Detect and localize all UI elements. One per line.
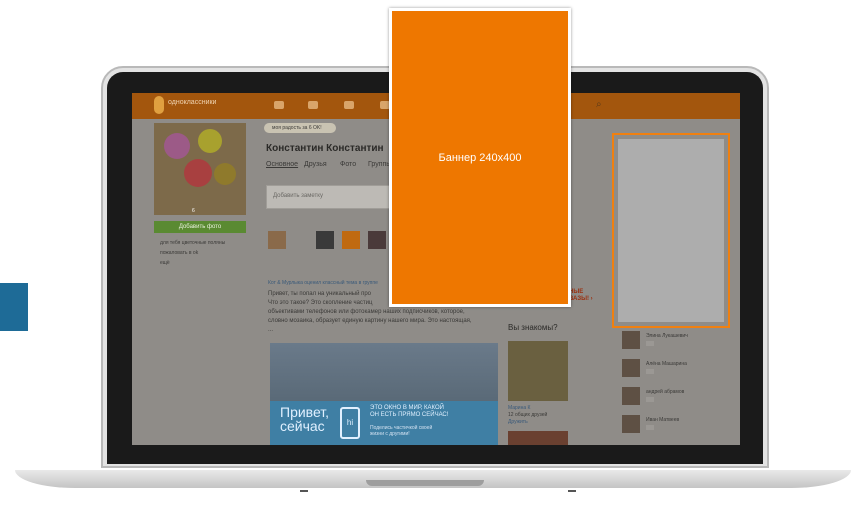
friend-action-button[interactable] [646, 369, 654, 374]
tab-groups[interactable]: Группы [368, 161, 391, 168]
promo-app-icon: hi [340, 407, 360, 439]
friend-action-button[interactable] [646, 341, 654, 346]
discussions-icon[interactable] [308, 101, 318, 109]
notice-text: моя радость за 6 OK! [272, 125, 322, 131]
photo-count: 6 [192, 208, 195, 214]
suggest-name[interactable]: Марина К [508, 405, 530, 411]
side-banner-placeholder [618, 139, 724, 322]
promo-image[interactable]: Привет, сейчас hi ЭТО ОКНО В МИР, КАКОЙ … [270, 343, 498, 445]
notice-pill[interactable]: моя радость за 6 OK! [264, 123, 336, 133]
feed-line-2: Что это такое? Это скопление частиц [268, 300, 373, 306]
friend-thumb[interactable] [316, 231, 334, 249]
profile-link-3[interactable]: ещё [160, 260, 170, 266]
friend-thumb[interactable] [368, 231, 386, 249]
suggest-mutual: 12 общих друзей [508, 412, 548, 418]
friend-name[interactable]: Иван Матвеев [646, 417, 679, 423]
friend-name[interactable]: андрей абрамов [646, 389, 684, 395]
promo-text-1: ЭТО ОКНО В МИР, КАКОЙ ОН ЕСТЬ ПРЯМО СЕЙЧ… [370, 405, 449, 418]
feed-line-1: Привет, ты попал на уникальный про [268, 291, 372, 297]
tab-friends[interactable]: Друзья [304, 161, 327, 168]
feed-line-5: ... [268, 327, 274, 333]
feed-header[interactable]: Кот & Мурлыка оценил классный тема в гру… [268, 280, 378, 286]
friend-name[interactable]: Алёна Машарина [646, 361, 687, 367]
tab-photos[interactable]: Фото [340, 161, 356, 168]
profile-name: Константин Константин [266, 143, 384, 154]
friend-action-button[interactable] [646, 397, 654, 402]
side-banner-slot[interactable] [612, 133, 730, 328]
notifications-icon[interactable] [344, 101, 354, 109]
ok-logo-icon[interactable] [154, 96, 164, 114]
friend-thumb[interactable] [268, 231, 286, 249]
tab-main[interactable]: Основное [266, 161, 298, 168]
banner-label: Баннер 240x400 [438, 151, 522, 164]
promo-text-2: Поделись частичкой своей жизни с другими… [370, 425, 433, 437]
suggest-title: Вы знакомы? [508, 323, 558, 332]
friend-avatar[interactable] [622, 331, 640, 349]
friend-avatar[interactable] [622, 415, 640, 433]
suggest-photo-2[interactable] [508, 431, 568, 445]
post-input[interactable]: Добавить заметку [266, 185, 394, 209]
suggest-add-button[interactable]: Дружить [508, 419, 528, 425]
friend-avatar[interactable] [622, 387, 640, 405]
laptop-foot [568, 490, 576, 492]
friend-avatar[interactable] [622, 359, 640, 377]
search-icon[interactable]: ⌕ [596, 99, 602, 110]
add-photo-button[interactable]: Добавить фото [154, 221, 246, 233]
laptop-foot [300, 490, 308, 492]
ok-group-thumb[interactable] [342, 231, 360, 249]
promo-title: Привет, сейчас [280, 404, 330, 434]
center-banner[interactable]: Баннер 240x400 [389, 8, 571, 307]
messages-icon[interactable] [274, 101, 284, 109]
post-placeholder: Добавить заметку [273, 193, 323, 199]
profile-link-1[interactable]: для тебя цветочные поляны [160, 240, 225, 246]
feed-line-4: словно мозаика, образует единую картину … [268, 318, 472, 324]
side-tab [0, 283, 28, 331]
site-logo-text[interactable]: одноклассники [168, 99, 216, 106]
suggest-photo[interactable] [508, 341, 568, 401]
feed-line-3: объективами телефонов или фотокамер наши… [268, 309, 465, 315]
profile-link-2[interactable]: пожаловать в ok [160, 250, 198, 256]
laptop-notch [366, 480, 484, 486]
friend-action-button[interactable] [646, 425, 654, 430]
friend-name[interactable]: Элина Лукашевич [646, 333, 688, 339]
profile-photo[interactable] [154, 123, 246, 215]
